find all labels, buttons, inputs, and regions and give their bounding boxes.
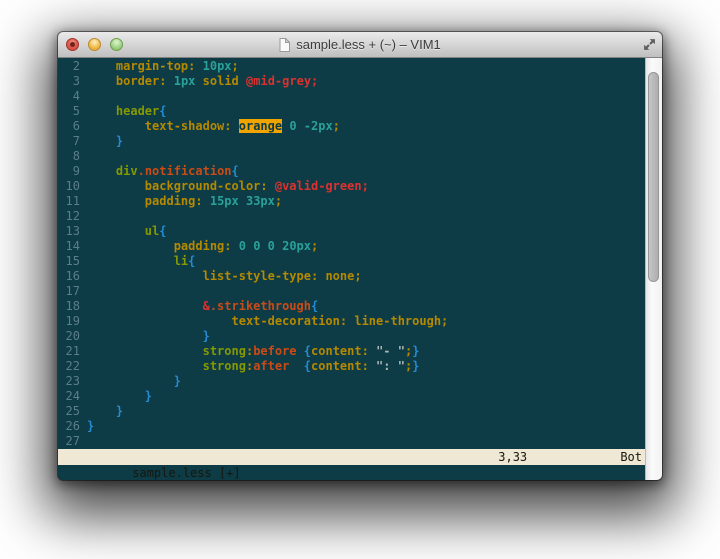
scrollbar-track[interactable] (645, 58, 662, 480)
line-number: 9 (58, 164, 80, 179)
line-number: 12 (58, 209, 80, 224)
code-line[interactable]: 12 (58, 209, 645, 224)
line-number: 24 (58, 389, 80, 404)
line-text: margin-top: 10px; (87, 59, 239, 74)
line-number: 7 (58, 134, 80, 149)
line-number: 10 (58, 179, 80, 194)
code-line[interactable]: 15 li{ (58, 254, 645, 269)
line-number: 5 (58, 104, 80, 119)
line-text: ul{ (87, 224, 166, 239)
code-line[interactable]: 14 padding: 0 0 0 20px; (58, 239, 645, 254)
line-text: } (87, 329, 210, 344)
code-line[interactable]: 8 (58, 149, 645, 164)
code-line[interactable]: 10 background-color: @valid-green; (58, 179, 645, 194)
line-number: 25 (58, 404, 80, 419)
code-line[interactable]: 7 } (58, 134, 645, 149)
code-line[interactable]: 25 } (58, 404, 645, 419)
code-line[interactable]: 4 (58, 89, 645, 104)
code-line[interactable]: 21 strong:before {content: "- ";} (58, 344, 645, 359)
vim-statusline: sample.less [+] 3,33 Bot (58, 449, 645, 465)
code-line[interactable]: 18 &.strikethrough{ (58, 299, 645, 314)
line-number: 18 (58, 299, 80, 314)
line-text: border: 1px solid @mid-grey; (87, 74, 318, 89)
code-line[interactable]: 20 } (58, 329, 645, 344)
code-line[interactable]: 24 } (58, 389, 645, 404)
traffic-lights (66, 32, 123, 57)
line-text: } (87, 389, 152, 404)
code-line[interactable]: 19 text-decoration: line-through; (58, 314, 645, 329)
code-line[interactable]: 2 margin-top: 10px; (58, 59, 645, 74)
line-text: padding: 0 0 0 20px; (87, 239, 318, 254)
code-line[interactable]: 27 (58, 434, 645, 449)
line-number: 22 (58, 359, 80, 374)
line-number: 6 (58, 119, 80, 134)
line-number: 19 (58, 314, 80, 329)
line-number: 21 (58, 344, 80, 359)
code-line[interactable]: 3 border: 1px solid @mid-grey; (58, 74, 645, 89)
line-text: div.notification{ (87, 164, 239, 179)
modified-indicator-dot (70, 42, 75, 47)
line-text: header{ (87, 104, 167, 119)
line-number: 16 (58, 269, 80, 284)
line-number: 14 (58, 239, 80, 254)
screenshot-stage: sample.less + (~) – VIM1 2 margin-top: 1… (0, 0, 720, 559)
line-text: text-shadow: orange 0 -2px; (87, 119, 340, 134)
line-text: background-color: @valid-green; (87, 179, 369, 194)
line-text: list-style-type: none; (87, 269, 362, 284)
line-number: 26 (58, 419, 80, 434)
scrollbar-thumb[interactable] (648, 72, 659, 282)
line-number: 27 (58, 434, 80, 449)
line-text: text-decoration: line-through; (87, 314, 448, 329)
line-text: padding: 15px 33px; (87, 194, 282, 209)
editor-column: 2 margin-top: 10px;3 border: 1px solid @… (58, 58, 645, 480)
line-number: 2 (58, 59, 80, 74)
line-text: } (87, 374, 181, 389)
line-text: li{ (87, 254, 195, 269)
code-line[interactable]: 17 (58, 284, 645, 299)
zoom-button[interactable] (110, 38, 123, 51)
fullscreen-icon[interactable] (643, 38, 656, 51)
line-number: 4 (58, 89, 80, 104)
code-line[interactable]: 9 div.notification{ (58, 164, 645, 179)
line-number: 11 (58, 194, 80, 209)
line-text: } (87, 404, 123, 419)
line-text: } (87, 134, 123, 149)
vim-window: sample.less + (~) – VIM1 2 margin-top: 1… (58, 32, 662, 480)
line-number: 8 (58, 149, 80, 164)
code-line[interactable]: 23 } (58, 374, 645, 389)
line-number: 3 (58, 74, 80, 89)
statusline-position: Bot (620, 449, 642, 465)
minimize-button[interactable] (88, 38, 101, 51)
line-text: } (87, 419, 94, 434)
code-area[interactable]: 2 margin-top: 10px;3 border: 1px solid @… (58, 58, 645, 449)
line-number: 13 (58, 224, 80, 239)
window-content: 2 margin-top: 10px;3 border: 1px solid @… (58, 58, 662, 480)
line-number: 20 (58, 329, 80, 344)
code-line[interactable]: 26} (58, 419, 645, 434)
statusline-ruler: 3,33 (498, 449, 527, 465)
document-icon (279, 38, 290, 52)
code-line[interactable]: 11 padding: 15px 33px; (58, 194, 645, 209)
line-number: 15 (58, 254, 80, 269)
code-line[interactable]: 5 header{ (58, 104, 645, 119)
code-line[interactable]: 16 list-style-type: none; (58, 269, 645, 284)
statusline-filename: sample.less [+] (132, 466, 240, 480)
code-line[interactable]: 6 text-shadow: orange 0 -2px; (58, 119, 645, 134)
line-text: strong:after {content: ": ";} (87, 359, 419, 374)
window-title: sample.less + (~) – VIM1 (296, 37, 441, 52)
code-line[interactable]: 13 ul{ (58, 224, 645, 239)
title-group: sample.less + (~) – VIM1 (279, 37, 441, 52)
line-text: &.strikethrough{ (87, 299, 318, 314)
line-text: strong:before {content: "- ";} (87, 344, 419, 359)
code-line[interactable]: 22 strong:after {content: ": ";} (58, 359, 645, 374)
close-button[interactable] (66, 38, 79, 51)
line-number: 23 (58, 374, 80, 389)
line-number: 17 (58, 284, 80, 299)
titlebar[interactable]: sample.less + (~) – VIM1 (58, 32, 662, 58)
